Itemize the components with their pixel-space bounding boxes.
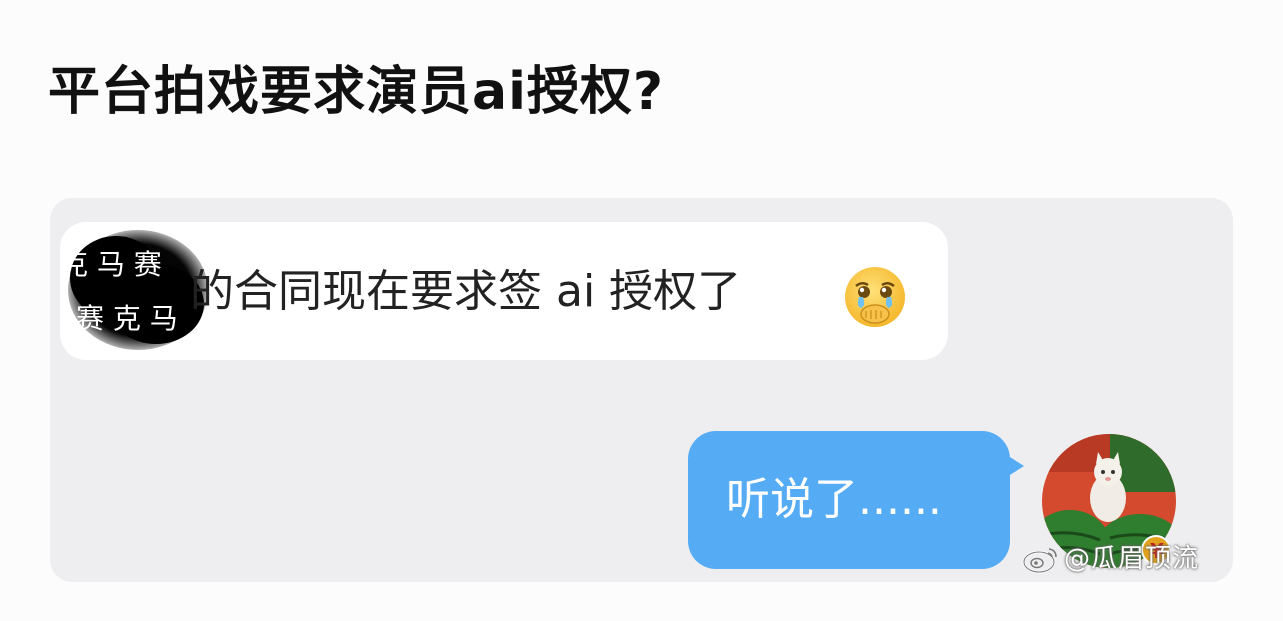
outgoing-message-text: 听说了...... [726,474,942,525]
weibo-logo-icon [1022,548,1057,574]
page: 平台拍戏要求演员ai授权? 克 马 赛 赛 克 马 的合同现在要求签 ai 授权… [0,0,1283,621]
outgoing-bubble-tail [1002,452,1024,480]
crying-face-emoji-icon [845,267,905,327]
redaction-text-line-1: 克 马 赛 [60,248,162,281]
incoming-message-text: 的合同现在要求签 ai 授权了 [190,266,742,317]
watermark-username: @瓜眉顶流 [1064,544,1200,574]
redaction-text-line-2: 赛 克 马 [76,302,178,335]
mosaic-redaction: 克 马 赛 赛 克 马 [60,230,208,350]
post-title: 平台拍戏要求演员ai授权? [48,62,665,122]
